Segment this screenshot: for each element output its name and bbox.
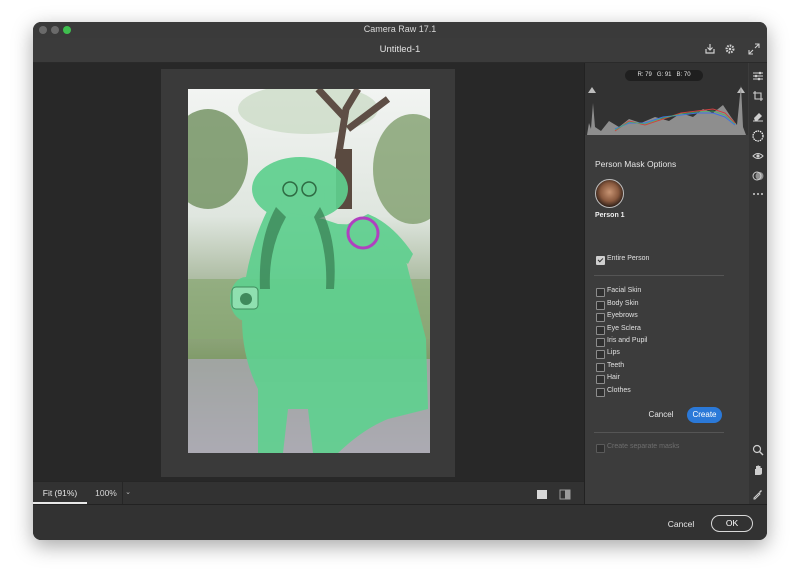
part-label: Lips <box>607 349 620 356</box>
checkbox[interactable] <box>596 388 605 397</box>
part-label: Body Skin <box>607 300 639 307</box>
separate-masks-label: Create separate masks <box>607 443 680 450</box>
view-bar: Fit (91%) 100% ⌄ <box>33 481 584 504</box>
checkbox[interactable] <box>596 338 605 347</box>
checkbox[interactable] <box>596 363 605 372</box>
r-value: R: 79 <box>637 72 652 78</box>
eyedropper-icon[interactable] <box>752 487 764 500</box>
masked-photo <box>188 89 430 453</box>
image-canvas[interactable] <box>33 63 584 481</box>
mask-cancel-button[interactable]: Cancel <box>643 408 679 422</box>
b-value: B: 70 <box>676 72 691 78</box>
zoom-fit-button[interactable]: Fit (91%) <box>33 482 87 504</box>
title-bar: Camera Raw 17.1 <box>33 22 767 38</box>
rgb-readout: R: 79 G: 91 B: 70 <box>625 70 703 81</box>
photo-preview[interactable] <box>188 89 430 453</box>
document-bar: Untitled-1 <box>33 38 767 63</box>
fullscreen-icon[interactable] <box>747 43 761 57</box>
shadow-clipping-icon[interactable] <box>588 66 596 93</box>
gear-icon[interactable] <box>723 43 737 57</box>
part-label: Facial Skin <box>607 287 642 294</box>
mask-options-title: Person Mask Options <box>595 159 677 169</box>
single-view-icon[interactable] <box>536 487 548 499</box>
presets-icon[interactable] <box>752 169 764 181</box>
chevron-down-icon[interactable]: ⌄ <box>122 482 133 504</box>
checkbox[interactable] <box>596 375 605 384</box>
dialog-footer: Cancel OK <box>33 504 767 540</box>
entire-person-label: Entire Person <box>607 255 650 262</box>
ok-button[interactable]: OK <box>711 515 753 532</box>
part-label: Clothes <box>607 387 631 394</box>
g-value: G: 91 <box>656 72 672 78</box>
divider <box>594 275 724 276</box>
checkbox-checked[interactable] <box>596 256 605 265</box>
checkbox[interactable] <box>596 301 605 310</box>
part-label: Hair <box>607 374 620 381</box>
checkbox[interactable] <box>596 326 605 335</box>
checkbox[interactable] <box>596 288 605 297</box>
mask-create-button[interactable]: Create <box>687 407 722 423</box>
highlight-clipping-icon[interactable] <box>737 66 745 93</box>
right-panel: R: 79 G: 91 B: 70 Person Mask Options Pe… <box>584 63 750 504</box>
hand-icon[interactable] <box>752 463 764 475</box>
window-title: Camera Raw 17.1 <box>363 24 437 34</box>
compare-view-icon[interactable] <box>559 487 571 500</box>
image-matte <box>161 69 455 477</box>
edit-sliders-icon[interactable] <box>752 69 764 81</box>
person-thumbnail[interactable] <box>595 179 624 208</box>
part-label: Iris and Pupil <box>607 337 648 344</box>
crop-icon[interactable] <box>752 89 764 101</box>
divider <box>594 432 724 433</box>
part-label: Teeth <box>607 362 625 369</box>
camera-raw-window: Camera Raw 17.1 Untitled-1 Fit (91%) 100… <box>33 22 767 540</box>
checkbox-disabled[interactable] <box>596 444 605 453</box>
checkbox[interactable] <box>596 313 605 322</box>
zoom-100-button[interactable]: 100% <box>89 482 123 504</box>
heal-eraser-icon[interactable] <box>752 109 764 122</box>
cancel-button[interactable]: Cancel <box>661 516 701 532</box>
person-label: Person 1 <box>595 212 625 219</box>
save-icon[interactable] <box>703 43 717 57</box>
part-label: Eye Sclera <box>607 325 641 332</box>
histogram: R: 79 G: 91 B: 70 <box>585 63 748 135</box>
tool-strip <box>749 63 767 520</box>
zoom-icon[interactable] <box>752 443 764 456</box>
masking-icon[interactable] <box>752 129 764 142</box>
checkbox[interactable] <box>596 350 605 359</box>
document-title: Untitled-1 <box>379 44 421 55</box>
red-eye-icon[interactable] <box>752 149 764 161</box>
histogram-graph <box>587 85 746 135</box>
part-label: Eyebrows <box>607 312 638 319</box>
more-icon[interactable] <box>752 187 764 199</box>
